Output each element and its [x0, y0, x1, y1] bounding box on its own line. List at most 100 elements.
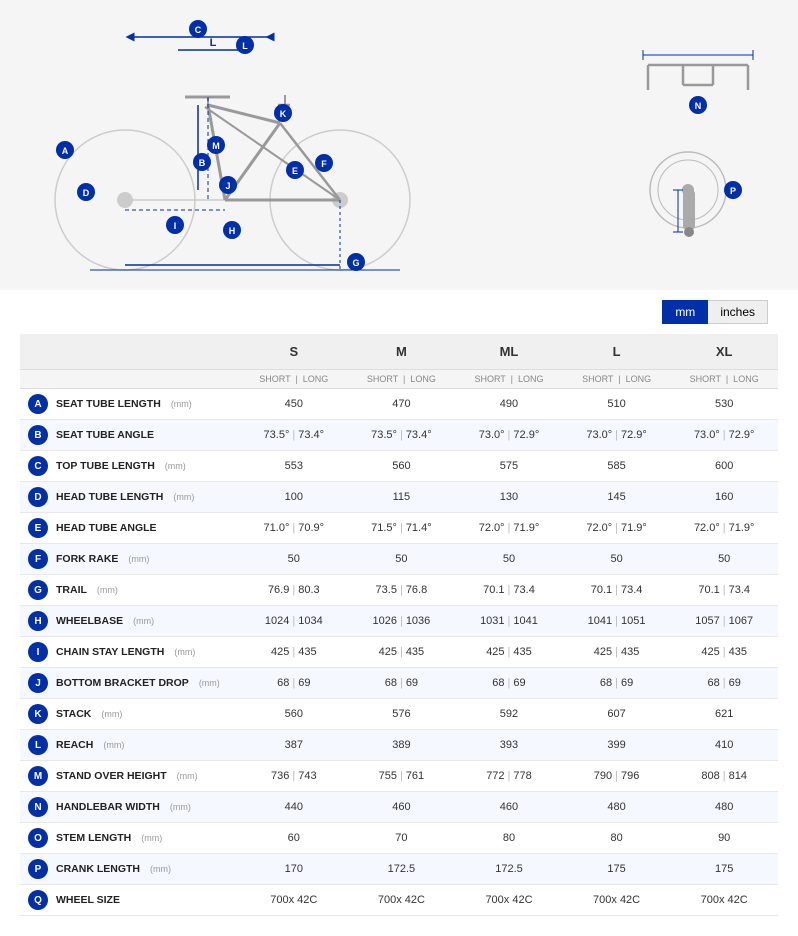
metric-name: REACH	[56, 739, 93, 751]
cell-ml: 490	[455, 389, 563, 420]
metric-unit: (mm)	[103, 740, 124, 750]
cell-s: 450	[240, 389, 348, 420]
cell-ml: 50	[455, 544, 563, 575]
metric-name: HANDLEBAR WIDTH	[56, 801, 160, 813]
cell-s: 60	[240, 823, 348, 854]
table-row: BSEAT TUBE ANGLE73.5°|73.4°73.5°|73.4°73…	[20, 420, 778, 451]
cell-l: 510	[563, 389, 671, 420]
metric-name: HEAD TUBE ANGLE	[56, 522, 157, 534]
cell-l: 480	[563, 792, 671, 823]
size-l-header: L	[563, 334, 671, 370]
xl-sub-header: SHORT | LONG	[670, 370, 778, 389]
cell-xl: 68|69	[670, 668, 778, 699]
cell-m: 70	[348, 823, 456, 854]
table-row: DHEAD TUBE LENGTH(mm)100115130145160	[20, 482, 778, 513]
bike-diagram: C L	[30, 15, 480, 275]
letter-badge: M	[28, 766, 48, 786]
metric-name: SEAT TUBE LENGTH	[56, 398, 161, 410]
cell-m: 172.5	[348, 854, 456, 885]
svg-text:L: L	[242, 41, 248, 51]
cell-xl: 70.1|73.4	[670, 575, 778, 606]
cell-xl: 410	[670, 730, 778, 761]
table-row: LREACH(mm)387389393399410	[20, 730, 778, 761]
svg-text:E: E	[292, 166, 298, 176]
metric-name: STACK	[56, 708, 91, 720]
metric-unit: (mm)	[97, 585, 118, 595]
cell-l: 399	[563, 730, 671, 761]
label-cell: MSTAND OVER HEIGHT(mm)	[20, 761, 240, 791]
cell-s: 560	[240, 699, 348, 730]
label-cell: PCRANK LENGTH(mm)	[20, 854, 240, 884]
label-cell: OSTEM LENGTH(mm)	[20, 823, 240, 853]
letter-badge: K	[28, 704, 48, 724]
size-m-header: M	[348, 334, 456, 370]
cell-xl: 621	[670, 699, 778, 730]
cell-m: 700x 42C	[348, 885, 456, 916]
table-row: MSTAND OVER HEIGHT(mm)736|743755|761772|…	[20, 761, 778, 792]
letter-badge: P	[28, 859, 48, 879]
metric-unit: (mm)	[173, 492, 194, 502]
table-row: CTOP TUBE LENGTH(mm)553560575585600	[20, 451, 778, 482]
handlebar-diagram: N	[628, 25, 768, 125]
label-cell: EHEAD TUBE ANGLE	[20, 513, 240, 543]
cell-ml: 592	[455, 699, 563, 730]
table-body: ASEAT TUBE LENGTH(mm)450470490510530BSEA…	[20, 389, 778, 916]
table-row: PCRANK LENGTH(mm)170172.5172.5175175	[20, 854, 778, 885]
svg-text:K: K	[280, 109, 287, 119]
cell-s: 387	[240, 730, 348, 761]
letter-badge: F	[28, 549, 48, 569]
inches-button[interactable]: inches	[708, 300, 768, 324]
table-row: GTRAIL(mm)76.9|80.373.5|76.870.1|73.470.…	[20, 575, 778, 606]
metric-name: WHEEL SIZE	[56, 894, 120, 906]
diagram-section: C L	[0, 0, 798, 290]
cell-m: 470	[348, 389, 456, 420]
svg-text:M: M	[212, 141, 220, 151]
table-row: QWHEEL SIZE700x 42C700x 42C700x 42C700x …	[20, 885, 778, 916]
metric-unit: (mm)	[199, 678, 220, 688]
cell-xl: 808|814	[670, 761, 778, 792]
cell-l: 175	[563, 854, 671, 885]
letter-badge: B	[28, 425, 48, 445]
cell-s: 76.9|80.3	[240, 575, 348, 606]
letter-badge: A	[28, 394, 48, 414]
mm-button[interactable]: mm	[662, 300, 708, 324]
cell-l: 70.1|73.4	[563, 575, 671, 606]
metric-name: FORK RAKE	[56, 553, 118, 565]
cell-l: 790|796	[563, 761, 671, 792]
cell-ml: 68|69	[455, 668, 563, 699]
cell-ml: 460	[455, 792, 563, 823]
cell-s: 425|435	[240, 637, 348, 668]
svg-text:L: L	[210, 37, 217, 49]
metric-unit: (mm)	[171, 399, 192, 409]
table-row: NHANDLEBAR WIDTH(mm)440460460480480	[20, 792, 778, 823]
letter-badge: O	[28, 828, 48, 848]
cell-l: 1041|1051	[563, 606, 671, 637]
cell-l: 607	[563, 699, 671, 730]
cell-m: 71.5°|71.4°	[348, 513, 456, 544]
svg-text:I: I	[174, 221, 177, 231]
cell-xl: 73.0°|72.9°	[670, 420, 778, 451]
cell-xl: 600	[670, 451, 778, 482]
letter-badge: I	[28, 642, 48, 662]
cell-ml: 575	[455, 451, 563, 482]
label-cell: HWHEELBASE(mm)	[20, 606, 240, 636]
cell-xl: 1057|1067	[670, 606, 778, 637]
l-sub-header: SHORT | LONG	[563, 370, 671, 389]
cell-xl: 175	[670, 854, 778, 885]
metric-unit: (mm)	[170, 802, 191, 812]
cell-ml: 1031|1041	[455, 606, 563, 637]
cell-ml: 393	[455, 730, 563, 761]
label-cell: G TRAIL (mm)	[20, 575, 240, 605]
letter-badge: D	[28, 487, 48, 507]
letter-badge: G	[28, 580, 48, 600]
metric-unit: (mm)	[141, 833, 162, 843]
cell-ml: 73.0°|72.9°	[455, 420, 563, 451]
cell-l: 80	[563, 823, 671, 854]
metric-name: TRAIL	[56, 584, 87, 596]
side-diagrams: N P	[628, 25, 768, 245]
cell-l: 50	[563, 544, 671, 575]
letter-badge: J	[28, 673, 48, 693]
cell-ml: 172.5	[455, 854, 563, 885]
size-header-row: S M ML L XL	[20, 334, 778, 370]
cell-m: 755|761	[348, 761, 456, 792]
